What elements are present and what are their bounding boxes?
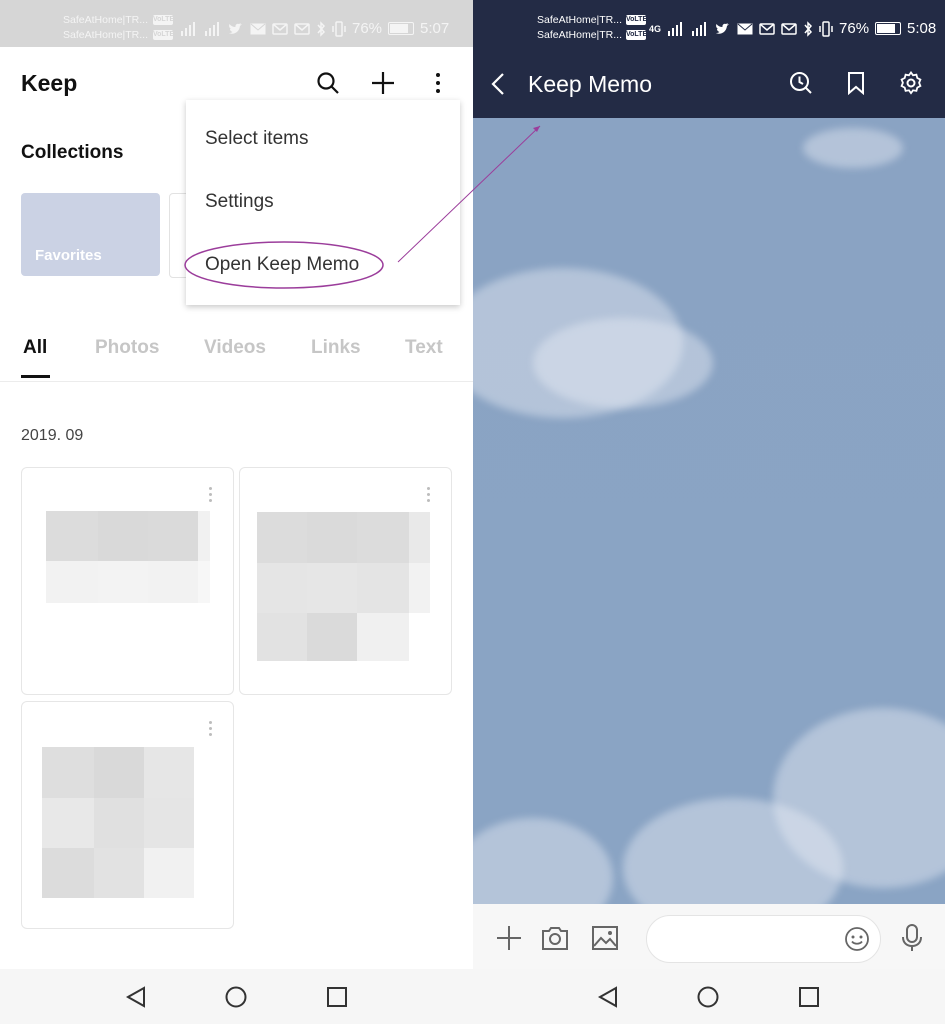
blurred-content bbox=[42, 747, 194, 898]
battery-percent: 76% bbox=[839, 20, 870, 37]
battery-icon bbox=[388, 22, 415, 35]
message-icon bbox=[781, 22, 797, 35]
blurred-content bbox=[257, 512, 430, 661]
tab-photos[interactable]: Photos bbox=[95, 337, 159, 359]
message-icon bbox=[272, 22, 288, 35]
page-title: Keep Memo bbox=[528, 71, 653, 97]
mail-icon bbox=[250, 23, 266, 34]
back-icon[interactable] bbox=[491, 72, 505, 96]
collections-title: Collections bbox=[21, 142, 124, 163]
carrier-1: SafeAtHome|TR... bbox=[63, 14, 149, 26]
carrier-names: SafeAtHome|TR... SafeAtHome|TR... bbox=[63, 13, 148, 43]
clock: 5:08 bbox=[907, 20, 937, 37]
card-menu-icon[interactable] bbox=[427, 487, 431, 505]
home-circle-icon[interactable] bbox=[697, 986, 719, 1008]
signal-icon bbox=[205, 21, 219, 36]
tab-links[interactable]: Links bbox=[311, 337, 361, 359]
card-menu-icon[interactable] bbox=[209, 487, 213, 505]
volte-badge: VoLTE bbox=[626, 30, 648, 40]
app-bar: Keep Memo bbox=[473, 47, 945, 118]
image-icon[interactable] bbox=[591, 925, 619, 951]
menu-item-select-items[interactable]: Select items bbox=[205, 128, 308, 150]
status-icons: 76% 5:07 bbox=[180, 20, 449, 37]
message-icon bbox=[759, 22, 775, 35]
volte-badges: VoLTE VoLTE bbox=[626, 15, 648, 45]
search-icon[interactable] bbox=[316, 71, 340, 95]
volte-badges: VoLTE VoLTE bbox=[153, 15, 175, 45]
status-bar: SafeAtHome|TR... SafeAtHome|TR... VoLTE … bbox=[473, 0, 945, 47]
carrier-names: SafeAtHome|TR... SafeAtHome|TR... bbox=[537, 13, 622, 43]
settings-icon[interactable] bbox=[899, 71, 923, 95]
carrier-1: SafeAtHome|TR... bbox=[537, 14, 623, 26]
keep-memo-screen: SafeAtHome|TR... SafeAtHome|TR... VoLTE … bbox=[473, 0, 945, 1024]
chat-background bbox=[473, 118, 945, 904]
signal-icon bbox=[181, 21, 195, 36]
mail-icon bbox=[737, 23, 753, 34]
status-icons: 4G 76% 5:08 bbox=[649, 20, 936, 37]
message-input-bar bbox=[473, 904, 945, 969]
vibrate-icon bbox=[332, 20, 346, 37]
volte-badge: VoLTE bbox=[626, 15, 648, 25]
menu-item-settings[interactable]: Settings bbox=[205, 191, 274, 213]
overflow-menu: Select items Settings Open Keep Memo bbox=[186, 100, 460, 305]
twitter-icon bbox=[716, 22, 730, 34]
tab-text[interactable]: Text bbox=[405, 337, 443, 359]
blurred-content bbox=[46, 511, 210, 603]
app-title: Keep bbox=[21, 70, 78, 96]
memo-card[interactable] bbox=[239, 467, 452, 695]
card-menu-icon[interactable] bbox=[209, 721, 213, 739]
back-triangle-icon[interactable] bbox=[597, 986, 619, 1008]
mic-icon[interactable] bbox=[901, 923, 923, 953]
history-icon[interactable] bbox=[789, 71, 813, 95]
menu-item-open-keep-memo[interactable]: Open Keep Memo bbox=[205, 254, 359, 276]
signal-icon bbox=[692, 21, 707, 36]
filter-tabs: All Photos Videos Links Text bbox=[0, 335, 473, 382]
signal-icon bbox=[668, 21, 683, 36]
volte-badge: VoLTE bbox=[153, 15, 175, 25]
status-bar: SafeAtHome|TR... SafeAtHome|TR... VoLTE … bbox=[0, 0, 473, 47]
bluetooth-icon bbox=[804, 20, 813, 37]
camera-icon[interactable] bbox=[541, 925, 569, 951]
system-nav-bar bbox=[473, 969, 945, 1024]
bookmark-icon[interactable] bbox=[847, 71, 865, 95]
back-triangle-icon[interactable] bbox=[125, 986, 147, 1008]
plus-icon[interactable] bbox=[496, 925, 522, 951]
system-nav-bar bbox=[0, 969, 473, 1024]
volte-badge: VoLTE bbox=[153, 30, 175, 40]
memo-card[interactable] bbox=[21, 467, 234, 695]
date-group-label: 2019. 09 bbox=[21, 427, 84, 444]
favorites-collection[interactable]: Favorites bbox=[21, 193, 160, 276]
tab-all[interactable]: All bbox=[23, 337, 47, 359]
twitter-icon bbox=[229, 22, 242, 34]
emoji-icon[interactable] bbox=[844, 926, 870, 952]
tab-videos[interactable]: Videos bbox=[204, 337, 266, 359]
vibrate-icon bbox=[819, 20, 833, 37]
plus-icon[interactable] bbox=[371, 71, 395, 95]
network-type: 4G bbox=[649, 23, 662, 34]
bluetooth-icon bbox=[317, 20, 326, 37]
battery-percent: 76% bbox=[352, 20, 383, 37]
clock: 5:07 bbox=[420, 20, 450, 37]
battery-icon bbox=[875, 22, 902, 35]
carrier-2: SafeAtHome|TR... bbox=[63, 29, 149, 41]
favorites-label: Favorites bbox=[35, 247, 102, 264]
tab-indicator bbox=[21, 375, 50, 378]
more-vert-icon[interactable] bbox=[434, 72, 442, 94]
message-input[interactable] bbox=[646, 915, 881, 963]
keep-screen: SafeAtHome|TR... SafeAtHome|TR... VoLTE … bbox=[0, 0, 473, 1024]
carrier-2: SafeAtHome|TR... bbox=[537, 29, 623, 41]
recents-square-icon[interactable] bbox=[798, 986, 820, 1008]
message-icon bbox=[294, 22, 310, 35]
home-circle-icon[interactable] bbox=[225, 986, 247, 1008]
recents-square-icon[interactable] bbox=[326, 986, 348, 1008]
memo-card[interactable] bbox=[21, 701, 234, 929]
